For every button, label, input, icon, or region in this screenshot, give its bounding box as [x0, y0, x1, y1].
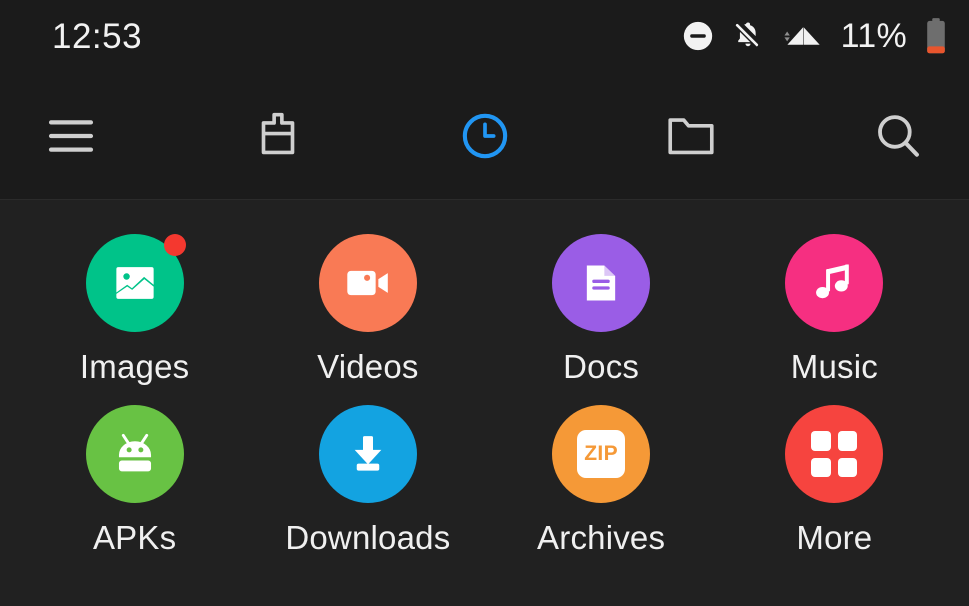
- battery-percentage: 11%: [840, 17, 907, 55]
- recents-button[interactable]: [442, 93, 528, 179]
- menu-button[interactable]: [28, 93, 114, 179]
- category-images-label: Images: [79, 348, 190, 385]
- category-music-circle: [785, 234, 884, 332]
- category-apks-label: APKs: [92, 519, 177, 556]
- android-icon: [118, 433, 151, 472]
- category-archives-circle: ZIP: [552, 405, 651, 503]
- main-toolbar: [0, 72, 969, 200]
- category-videos[interactable]: Videos: [251, 234, 484, 383]
- cleaner-button[interactable]: [235, 93, 321, 179]
- category-more-label: More: [796, 519, 873, 556]
- category-images[interactable]: Images: [18, 234, 251, 383]
- zip-icon: ZIP: [577, 430, 626, 478]
- wifi-icon: [781, 19, 821, 53]
- category-docs-circle: [552, 234, 651, 332]
- images-badge-dot: [163, 234, 186, 256]
- video-icon: [347, 270, 388, 296]
- grid-cell-2: [837, 431, 858, 451]
- grid-cell-1: [811, 431, 831, 451]
- category-videos-label: Videos: [317, 348, 419, 385]
- category-music-label: Music: [790, 348, 878, 385]
- battery-icon: [925, 17, 947, 55]
- search-button[interactable]: [855, 93, 941, 179]
- category-downloads-icon-wrap: [318, 405, 417, 503]
- category-music[interactable]: Music: [718, 234, 951, 383]
- category-archives[interactable]: ZIP Archives: [485, 405, 718, 554]
- category-archives-label: Archives: [537, 519, 666, 556]
- category-downloads[interactable]: Downloads: [251, 405, 484, 554]
- grid-cell-3: [811, 457, 831, 477]
- category-music-icon-wrap: [785, 234, 884, 332]
- status-bar: 12:53 11%: [0, 0, 969, 72]
- image-icon: [115, 267, 154, 299]
- category-archives-icon-wrap: ZIP: [552, 405, 651, 503]
- category-videos-icon-wrap: [318, 234, 417, 332]
- status-bar-icons: 11%: [681, 17, 947, 55]
- category-grid: Images Videos Docs Music APKs Downloads …: [0, 234, 969, 554]
- zip-chip-text: ZIP: [584, 442, 619, 465]
- category-more-circle: [785, 405, 884, 503]
- category-images-icon-wrap: [85, 234, 186, 332]
- grid-cell-4: [837, 457, 858, 477]
- notifications-off-icon: [731, 19, 765, 53]
- document-icon: [586, 265, 616, 301]
- folders-button[interactable]: [648, 93, 734, 179]
- category-apks-circle: [85, 405, 184, 503]
- music-note-icon: [816, 264, 850, 299]
- do-not-disturb-icon: [681, 19, 715, 53]
- download-icon: [354, 436, 382, 471]
- category-videos-circle: [318, 234, 417, 332]
- category-downloads-circle: [318, 405, 417, 503]
- grid-icon: [811, 431, 858, 477]
- category-apks-icon-wrap: [85, 405, 184, 503]
- status-bar-clock: 12:53: [52, 16, 143, 56]
- category-docs-icon-wrap: [552, 234, 651, 332]
- category-docs[interactable]: Docs: [485, 234, 718, 383]
- file-manager-app: 12:53 11% Images Videos Docs Music APKs …: [0, 0, 969, 606]
- category-docs-label: Docs: [563, 348, 640, 385]
- category-more[interactable]: More: [718, 405, 951, 554]
- category-apks[interactable]: APKs: [18, 405, 251, 554]
- category-more-icon-wrap: [785, 405, 884, 503]
- category-area: Images Videos Docs Music APKs Downloads …: [0, 200, 969, 606]
- category-downloads-label: Downloads: [285, 519, 451, 556]
